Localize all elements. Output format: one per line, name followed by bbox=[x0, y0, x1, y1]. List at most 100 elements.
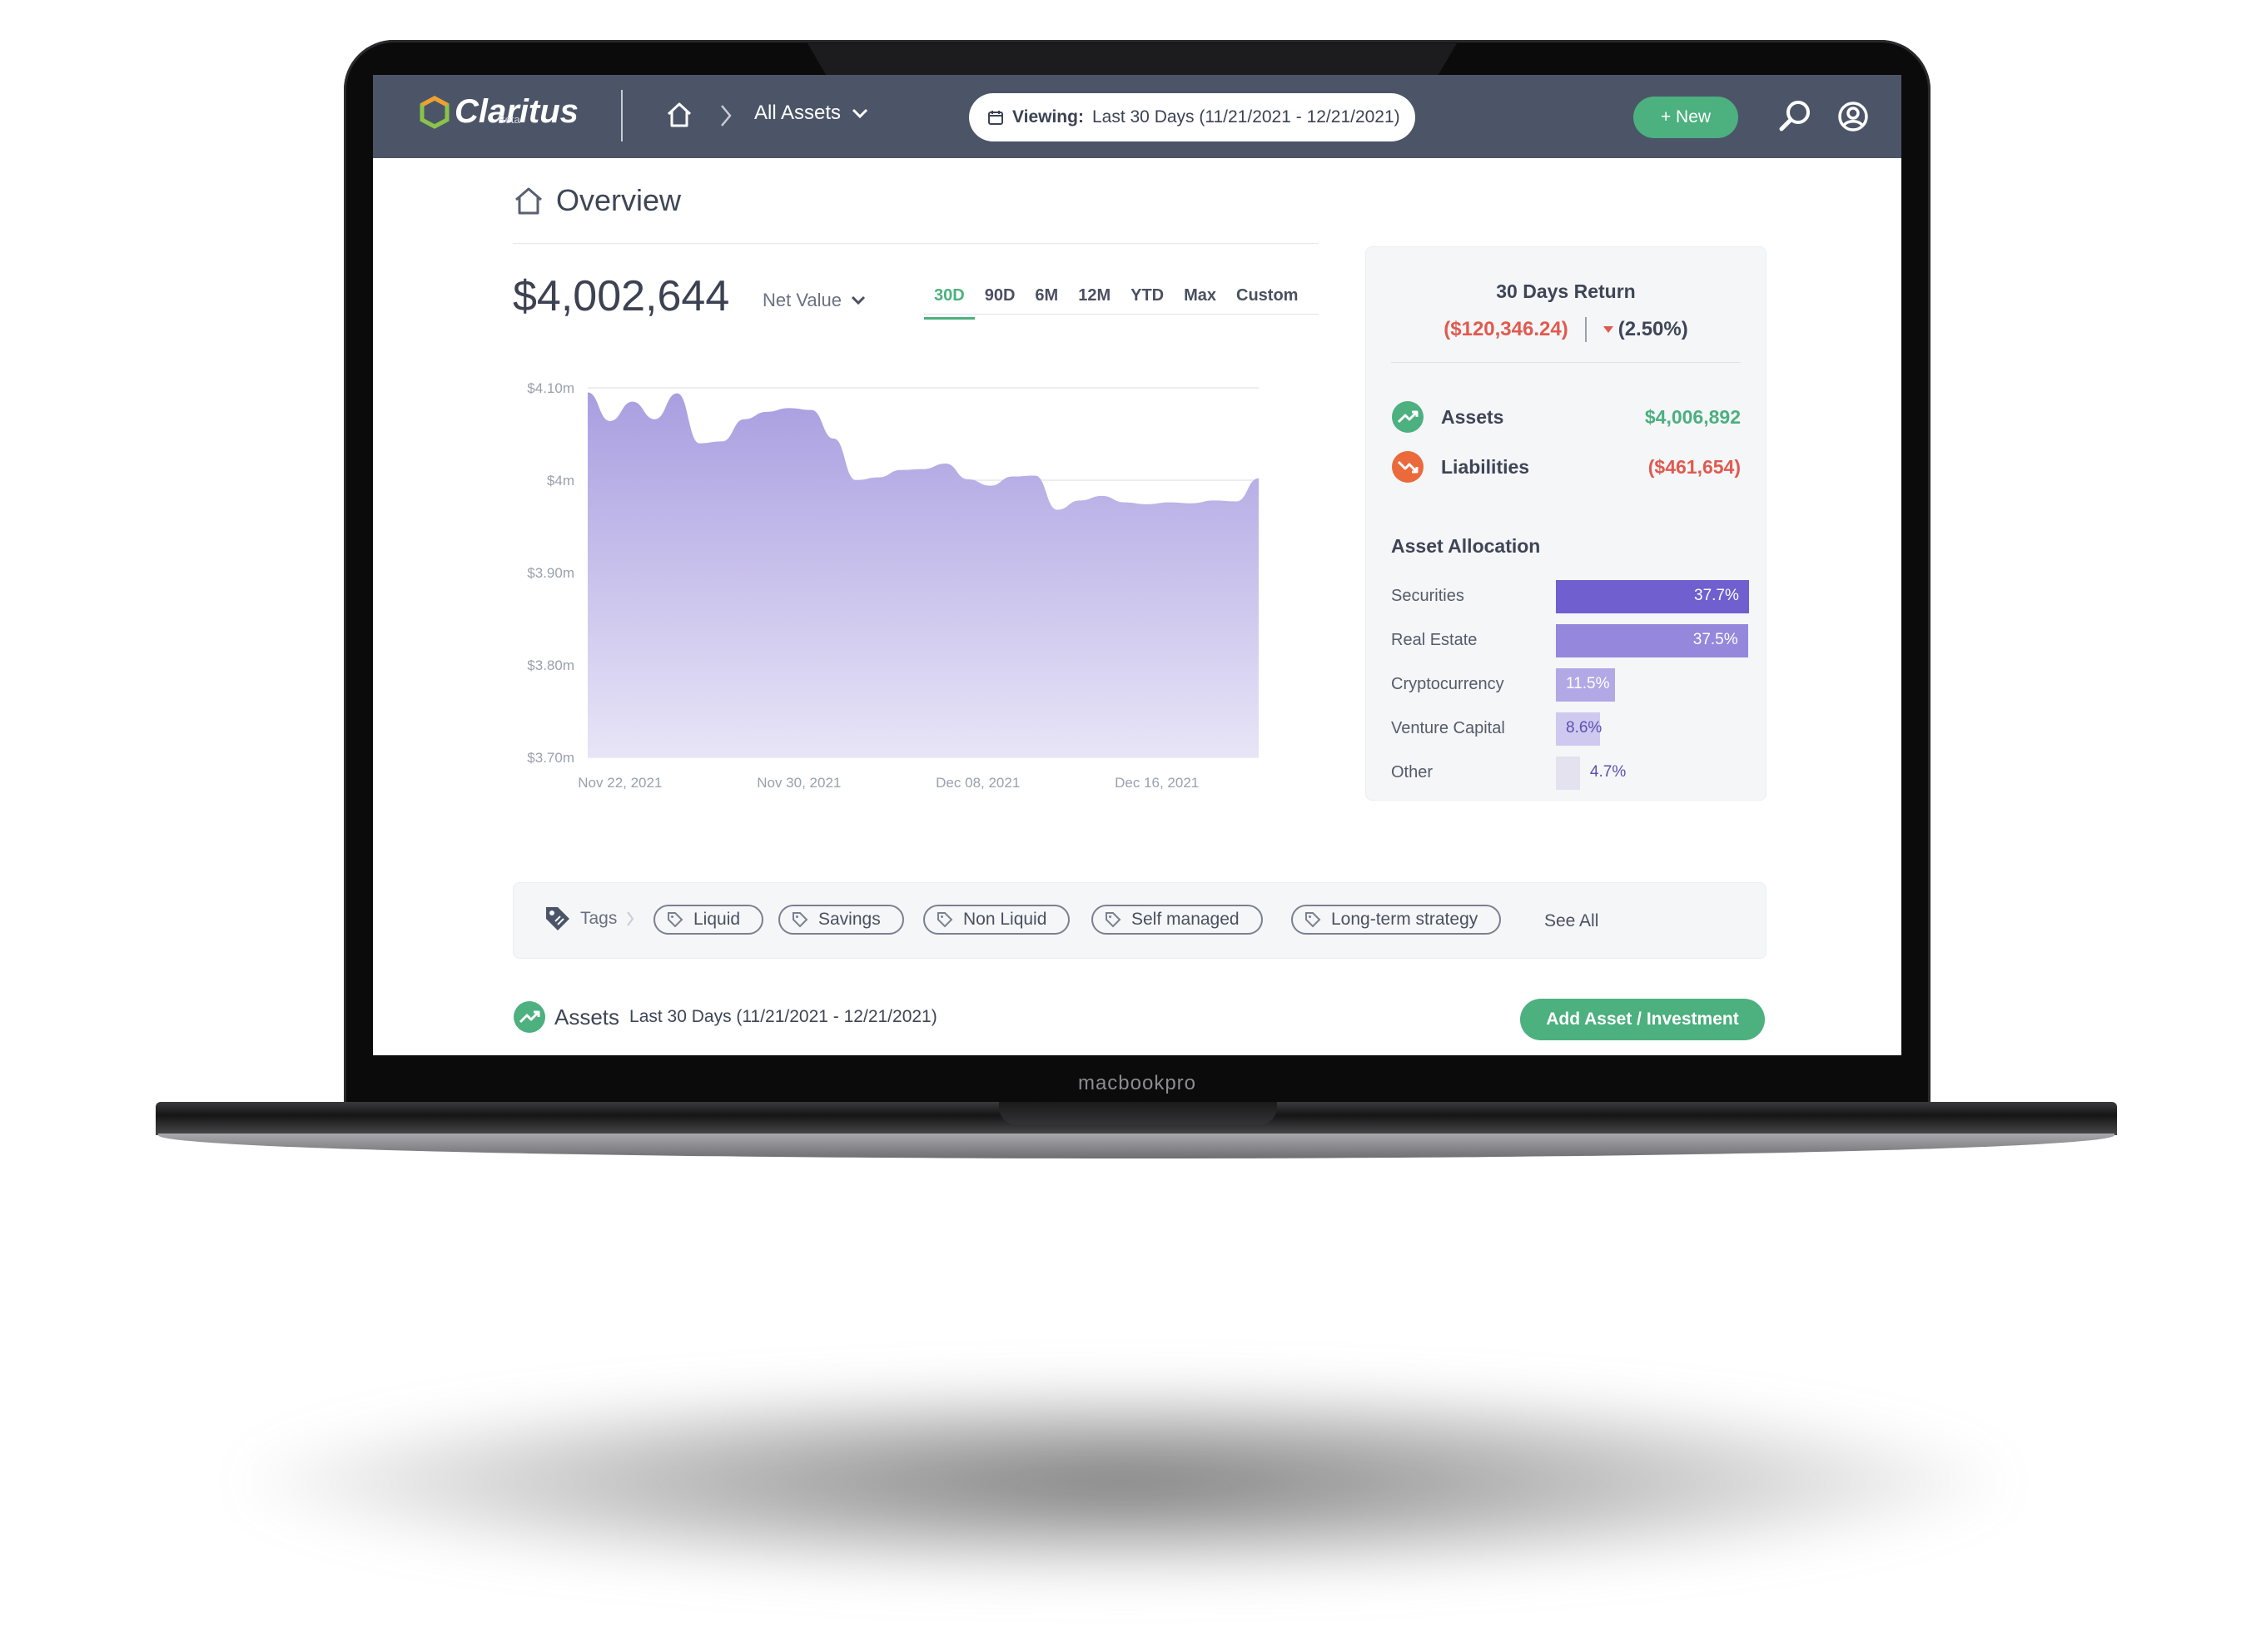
allocation-name: Real Estate bbox=[1391, 631, 1478, 649]
return-percent: (2.50%) bbox=[1603, 318, 1688, 341]
y-tick-label: $3.80m bbox=[527, 657, 574, 673]
allocation-percent: 4.7% bbox=[1589, 763, 1627, 781]
add-asset-button[interactable]: Add Asset / Investment bbox=[1520, 999, 1765, 1040]
net-value: $4,002,644 bbox=[513, 272, 730, 320]
trend-down-icon bbox=[1392, 451, 1424, 483]
tabs-underline bbox=[924, 314, 1319, 315]
x-tick-label: Nov 22, 2021 bbox=[578, 775, 662, 791]
nav-divider bbox=[621, 90, 623, 141]
return-amount: ($120,346.24) bbox=[1444, 318, 1568, 340]
tag-self-managed[interactable]: Self managed bbox=[1091, 905, 1263, 935]
tag-icon bbox=[1106, 912, 1121, 928]
y-tick-label: $3.90m bbox=[527, 565, 574, 581]
allocation-percent: 11.5% bbox=[1566, 675, 1610, 692]
liabilities-summary-row[interactable]: Liabilities ($461,654) bbox=[1391, 450, 1741, 484]
summary-panel: 30 Days Return ($120,346.24) (2.50%) Ass… bbox=[1365, 246, 1767, 801]
tag-savings[interactable]: Savings bbox=[778, 905, 904, 935]
allocation-row[interactable]: Securities 37.7% bbox=[1391, 580, 1757, 613]
x-tick-label: Dec 16, 2021 bbox=[1115, 775, 1199, 791]
tag-label: Long-term strategy bbox=[1331, 910, 1478, 929]
tag-label: Liquid bbox=[693, 910, 741, 929]
return-values: ($120,346.24) (2.50%) bbox=[1366, 317, 1766, 342]
tag-icon bbox=[1305, 912, 1321, 928]
calendar-icon bbox=[988, 111, 1003, 125]
trend-up-icon bbox=[514, 1001, 545, 1033]
divider bbox=[1391, 362, 1741, 363]
assets-section-title: Assets bbox=[554, 1004, 620, 1029]
assets-value: $4,006,892 bbox=[1644, 405, 1741, 428]
device-shadow bbox=[241, 1382, 2006, 1581]
caret-down-icon bbox=[1603, 326, 1613, 333]
tag-non-liquid[interactable]: Non Liquid bbox=[923, 905, 1071, 935]
return-separator bbox=[1584, 317, 1587, 342]
allocation-row[interactable]: Venture Capital 8.6% bbox=[1391, 712, 1757, 746]
y-tick-label: $3.70m bbox=[527, 750, 574, 766]
home-icon bbox=[515, 187, 542, 215]
tag-icon bbox=[668, 912, 683, 928]
x-tick-label: Nov 30, 2021 bbox=[757, 775, 841, 791]
home-icon bbox=[667, 102, 692, 127]
assets-label: Assets bbox=[1441, 405, 1504, 428]
beta-badge: Beta bbox=[498, 113, 520, 126]
allocation-row[interactable]: Other 4.7% bbox=[1391, 757, 1757, 790]
chevron-down-icon bbox=[851, 295, 866, 305]
tags-bar: Tags Liquid Savings Non Liquid Self mana… bbox=[513, 882, 1767, 959]
laptop-hinge-notch bbox=[999, 1102, 1277, 1125]
home-button[interactable] bbox=[664, 100, 694, 134]
search-icon bbox=[1779, 101, 1810, 131]
allocation-name: Securities bbox=[1391, 587, 1464, 605]
tag-icon bbox=[546, 907, 569, 930]
breadcrumb-dropdown[interactable]: All Assets bbox=[754, 102, 869, 125]
claritus-logo-icon bbox=[420, 95, 450, 129]
y-tick-label: $4m bbox=[547, 473, 574, 489]
tag-liquid[interactable]: Liquid bbox=[653, 905, 764, 935]
breadcrumb-label: All Assets bbox=[754, 102, 842, 124]
viewing-value: Last 30 Days (11/21/2021 - 12/21/2021) bbox=[1091, 107, 1400, 127]
breadcrumb-separator bbox=[718, 103, 734, 132]
top-nav: Claritus Beta All Assets Viewing: Last 3… bbox=[373, 75, 1901, 158]
device-brand-label: macbookpro bbox=[1077, 1072, 1197, 1094]
divider bbox=[513, 243, 1319, 244]
search-button[interactable] bbox=[1776, 98, 1813, 139]
camera-notch bbox=[807, 43, 1457, 77]
return-percent-text: (2.50%) bbox=[1617, 318, 1688, 340]
allocation-row[interactable]: Cryptocurrency 11.5% bbox=[1391, 668, 1757, 702]
tags-label-text: Tags bbox=[580, 909, 618, 928]
laptop-base-edge bbox=[158, 1134, 2114, 1158]
allocation-percent: 37.5% bbox=[1692, 631, 1738, 648]
profile-button[interactable] bbox=[1835, 98, 1871, 139]
see-all-tags-link[interactable]: See All bbox=[1544, 911, 1598, 931]
page-title-text: Overview bbox=[556, 183, 682, 217]
allocation-name: Other bbox=[1391, 763, 1434, 781]
page-title: Overview bbox=[513, 183, 681, 218]
x-tick-label: Dec 08, 2021 bbox=[936, 775, 1020, 791]
tag-label: Savings bbox=[818, 910, 881, 929]
net-value-chart: $4.10m $4m $3.90m $3.80m $3.70mNov 22, 2021 N… bbox=[527, 380, 1259, 791]
allocation-name: Venture Capital bbox=[1391, 719, 1505, 737]
allocation-percent: 37.7% bbox=[1694, 587, 1739, 604]
tag-long-term-strategy[interactable]: Long-term strategy bbox=[1291, 905, 1502, 935]
tag-icon bbox=[937, 912, 953, 928]
net-value-area-series bbox=[588, 392, 1259, 757]
chevron-right-icon bbox=[627, 911, 634, 926]
chevron-right-icon bbox=[721, 105, 732, 127]
tag-label: Self managed bbox=[1131, 910, 1240, 929]
viewing-label: Viewing: bbox=[1012, 107, 1084, 127]
y-tick-label: $4.10m bbox=[527, 380, 574, 396]
tag-icon bbox=[793, 912, 808, 928]
net-value-selector[interactable]: Net Value bbox=[763, 290, 867, 311]
date-range-picker[interactable]: Viewing: Last 30 Days (11/21/2021 - 12/2… bbox=[969, 93, 1415, 141]
allocation-row[interactable]: Real Estate 37.5% bbox=[1391, 624, 1757, 657]
liabilities-label: Liabilities bbox=[1441, 455, 1530, 478]
app-screen: Claritus Beta All Assets Viewing: Last 3… bbox=[373, 75, 1901, 1055]
new-button[interactable]: + New bbox=[1633, 97, 1738, 138]
assets-section-header: Assets Last 30 Days (11/21/2021 - 12/21/… bbox=[513, 1000, 937, 1034]
allocation-title: Asset Allocation bbox=[1391, 535, 1541, 557]
trend-up-icon bbox=[1392, 401, 1424, 433]
user-icon bbox=[1838, 102, 1868, 131]
assets-summary-row[interactable]: Assets $4,006,892 bbox=[1391, 400, 1741, 434]
allocation-name: Cryptocurrency bbox=[1391, 675, 1504, 693]
liabilities-value: ($461,654) bbox=[1647, 455, 1741, 478]
tags-label: Tags bbox=[544, 905, 635, 933]
chevron-down-icon bbox=[852, 108, 868, 119]
